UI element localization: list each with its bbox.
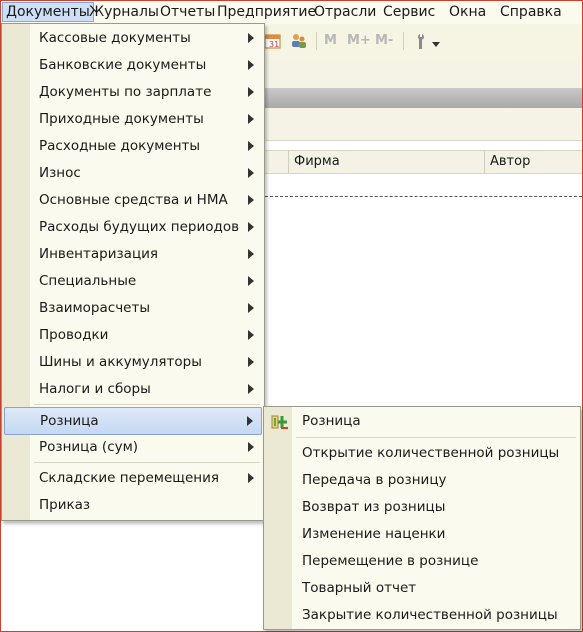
submenu-arrow-icon	[248, 60, 254, 70]
menu-item-label: Передача в розницу	[302, 472, 447, 488]
submenu-arrow-icon	[248, 222, 254, 232]
menu-item-label: Взаиморасчеты	[39, 300, 150, 316]
submenu-arrow-icon	[248, 141, 254, 151]
submenu-item-close-quantitative-retail[interactable]: Закрытие количественной розницы	[266, 602, 578, 628]
memory-button[interactable]: M	[324, 33, 337, 48]
submenu-item-open-quantitative-retail[interactable]: Открытие количественной розницы	[266, 440, 578, 466]
menu-item-label: Специальные	[39, 273, 137, 289]
submenu-item-retail-transfer[interactable]: Перемещение в рознице	[266, 548, 578, 574]
submenu-item-transfer-to-retail[interactable]: Передача в розницу	[266, 467, 578, 493]
wrench-icon[interactable]	[411, 32, 429, 50]
menu-reports[interactable]: Отчеты	[157, 3, 218, 21]
menu-item-label: Расходные документы	[39, 138, 201, 154]
menu-item-inventory[interactable]: Инвентаризация	[4, 241, 262, 267]
menu-item-label: Складские перемещения	[39, 470, 220, 486]
submenu-arrow-icon	[248, 384, 254, 394]
users-icon[interactable]	[290, 32, 308, 50]
menu-item-cash-documents[interactable]: Кассовые документы	[4, 25, 262, 51]
menu-item-label: Изменение наценки	[302, 526, 446, 542]
menu-item-label: Закрытие количественной розницы	[302, 607, 558, 623]
menu-item-label: Кассовые документы	[39, 30, 191, 46]
menu-item-outgoing-documents[interactable]: Расходные документы	[4, 133, 262, 159]
menu-item-warehouse-transfers[interactable]: Складские перемещения	[4, 465, 262, 491]
menu-item-depreciation[interactable]: Износ	[4, 160, 262, 186]
menu-item-settlements[interactable]: Взаиморасчеты	[4, 295, 262, 321]
menu-item-label: Приходные документы	[39, 111, 204, 127]
menu-item-label: Розница	[40, 413, 99, 429]
menu-item-label: Износ	[39, 165, 81, 181]
submenu-item-return-from-retail[interactable]: Возврат из розницы	[266, 494, 578, 520]
menu-item-label: Перемещение в рознице	[302, 553, 479, 569]
svg-text:31: 31	[269, 40, 279, 49]
menu-item-fixed-assets[interactable]: Основные средства и НМА	[4, 187, 262, 213]
menu-item-label: Товарный отчет	[302, 580, 417, 596]
menu-item-label: Шины и аккумуляторы	[39, 354, 202, 370]
menu-item-label: Открытие количественной розницы	[302, 445, 560, 461]
documents-menu: Кассовые документы Банковские документы …	[1, 23, 265, 521]
retail-submenu: Розница Открытие количественной розницы …	[263, 406, 581, 630]
toolbar-separator	[316, 32, 317, 50]
menu-item-incoming-documents[interactable]: Приходные документы	[4, 106, 262, 132]
submenu-item-markup-change[interactable]: Изменение наценки	[266, 521, 578, 547]
menu-industries[interactable]: Отрасли	[311, 3, 379, 21]
menu-documents[interactable]: Документы	[2, 2, 94, 22]
calendar-icon[interactable]: 31	[264, 32, 282, 50]
menu-separator	[34, 462, 260, 463]
submenu-arrow-icon	[248, 330, 254, 340]
memory-plus-button[interactable]: M+	[347, 33, 371, 48]
submenu-item-retail[interactable]: Розница	[266, 408, 578, 434]
menu-item-taxes-fees[interactable]: Налоги и сборы	[4, 376, 262, 402]
menu-separator	[296, 437, 576, 438]
submenu-item-goods-report[interactable]: Товарный отчет	[266, 575, 578, 601]
menu-windows[interactable]: Окна	[446, 3, 489, 21]
menu-item-label: Приказ	[39, 497, 91, 513]
submenu-arrow-icon	[248, 473, 254, 483]
submenu-arrow-icon	[248, 87, 254, 97]
menu-item-order[interactable]: Приказ	[4, 492, 262, 518]
submenu-arrow-icon	[248, 276, 254, 286]
menu-enterprise[interactable]: Предприятие	[214, 3, 319, 21]
submenu-arrow-icon	[248, 249, 254, 259]
menu-item-label: Налоги и сборы	[39, 381, 151, 397]
menu-item-label: Возврат из розницы	[302, 499, 446, 515]
submenu-arrow-icon	[247, 416, 253, 426]
menu-item-label: Розница (сум)	[39, 439, 139, 455]
menu-service[interactable]: Сервис	[380, 3, 438, 21]
retail-document-icon	[271, 413, 289, 429]
menu-item-tires-batteries[interactable]: Шины и аккумуляторы	[4, 349, 262, 375]
menu-item-postings[interactable]: Проводки	[4, 322, 262, 348]
submenu-arrow-icon	[248, 168, 254, 178]
menu-item-deferred-expenses[interactable]: Расходы будущих периодов	[4, 214, 262, 240]
submenu-arrow-icon	[248, 442, 254, 452]
menu-help[interactable]: Справка	[497, 3, 565, 21]
toolbar-separator	[403, 32, 404, 50]
menu-item-label: Банковские документы	[39, 57, 207, 73]
menubar: Документы Журналы Отчеты Предприятие Отр…	[1, 1, 582, 25]
menu-item-label: Розница	[302, 413, 361, 429]
menu-item-label: Документы по зарплате	[39, 84, 212, 100]
submenu-arrow-icon	[248, 303, 254, 313]
memory-minus-button[interactable]: M-	[375, 33, 393, 48]
menu-item-retail[interactable]: Розница	[4, 407, 262, 435]
menu-item-label: Проводки	[39, 327, 109, 343]
menu-item-retail-sum[interactable]: Розница (сум)	[4, 434, 262, 460]
column-author[interactable]: Автор	[484, 151, 582, 173]
submenu-arrow-icon	[248, 195, 254, 205]
dropdown-arrow-icon[interactable]	[432, 42, 440, 47]
menu-item-special[interactable]: Специальные	[4, 268, 262, 294]
menu-item-bank-documents[interactable]: Банковские документы	[4, 52, 262, 78]
menu-journals[interactable]: Журналы	[86, 3, 162, 21]
submenu-arrow-icon	[248, 114, 254, 124]
submenu-arrow-icon	[248, 33, 254, 43]
column-firm[interactable]: Фирма	[288, 151, 484, 173]
menu-item-label: Инвентаризация	[39, 246, 159, 262]
menu-separator	[34, 404, 260, 405]
menu-item-label: Основные средства и НМА	[39, 192, 228, 208]
menu-item-label: Расходы будущих периодов	[39, 219, 240, 235]
menu-item-payroll-documents[interactable]: Документы по зарплате	[4, 79, 262, 105]
submenu-arrow-icon	[248, 357, 254, 367]
